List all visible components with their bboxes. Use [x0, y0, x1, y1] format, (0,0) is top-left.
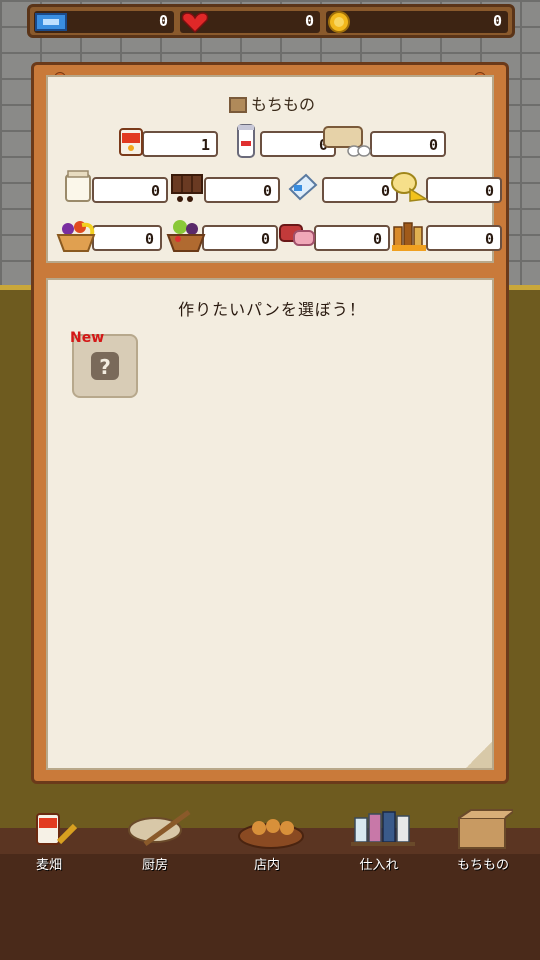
item-count: 0 [262, 182, 272, 200]
spices-icon [392, 222, 426, 251]
item-count: 0 [428, 136, 438, 154]
count-box: 0 [322, 177, 398, 203]
item-spices[interactable]: 0 [388, 217, 502, 253]
vegetable-basket-icon [166, 220, 206, 252]
nav-store[interactable]: 店内 [222, 808, 312, 873]
kitchen-icon [128, 809, 191, 847]
page-curl [466, 742, 492, 768]
count-box: 0 [202, 225, 278, 251]
nav-inventory-label: もちもの [456, 858, 509, 873]
box-icon [458, 809, 513, 849]
flour-bag-icon [119, 128, 143, 156]
new-badge: New [70, 330, 105, 346]
nav-stock[interactable]: 仕入れ [334, 808, 424, 873]
count-box: 0 [204, 177, 280, 203]
item-sugar[interactable]: 0 [62, 169, 168, 205]
coin-counter: 0 [326, 11, 508, 33]
nav-inventory[interactable]: もちもの [438, 808, 528, 873]
salt-icon [288, 173, 318, 201]
item-salt[interactable]: 0 [284, 169, 398, 205]
ticket-count: 0 [158, 12, 168, 30]
inventory-title: もちもの [48, 91, 496, 115]
nav-wheat-field[interactable]: 麦畑 [4, 808, 94, 873]
stock-shelf-icon [351, 811, 415, 846]
item-vegetables[interactable]: 0 [164, 217, 278, 253]
heart-counter: 0 [180, 11, 320, 33]
heart-count: 0 [304, 12, 314, 30]
count-box: 0 [370, 131, 446, 157]
count-box: 0 [426, 177, 502, 203]
nav-stock-label: 仕入れ [359, 858, 399, 873]
wheat-field-icon [36, 813, 78, 845]
coin-count: 0 [492, 12, 502, 30]
recipe-prompt: 作りたいパンを選ぼう！ [178, 300, 366, 319]
item-count: 0 [484, 182, 494, 200]
cheese-icon [391, 172, 429, 202]
status-bar: 0 0 0 [27, 4, 515, 38]
question-symbol: ? [99, 355, 111, 379]
item-chocolate[interactable]: 0 [166, 169, 280, 205]
fruit-basket-icon [56, 221, 96, 252]
question-icon: ? [91, 352, 119, 380]
recipe-card: 作りたいパンを選ぼう！ ? New [46, 278, 494, 770]
count-box: 0 [426, 225, 502, 251]
count-box: 0 [92, 225, 162, 251]
bread-tray-icon [238, 819, 304, 849]
eggs-icon [323, 126, 371, 157]
item-count: 0 [150, 182, 160, 200]
item-count: 0 [484, 230, 494, 248]
item-eggs[interactable]: 0 [320, 123, 446, 159]
item-count: 0 [372, 230, 382, 248]
meat-icon [279, 224, 315, 246]
item-meat[interactable]: 0 [276, 217, 390, 253]
chocolate-icon [171, 174, 203, 202]
count-box: 0 [314, 225, 390, 251]
nav-wheat-field-label: 麦畑 [35, 858, 62, 873]
nav-kitchen[interactable]: 厨房 [110, 808, 200, 873]
milk-bottle-icon [237, 124, 255, 158]
inventory-card: もちもの 1 0 0 0 0 0 0 0 0 0 [46, 75, 502, 263]
ticket-icon [35, 13, 67, 31]
nav-store-label: 店内 [253, 858, 280, 873]
item-cheese[interactable]: 0 [388, 169, 502, 205]
box-icon [228, 97, 247, 113]
inventory-title-text: もちもの [250, 95, 315, 114]
sugar-jar-icon [65, 170, 91, 202]
item-count: 1 [200, 136, 210, 154]
ticket-counter: 0 [34, 11, 174, 33]
heart-icon [181, 12, 209, 33]
item-count: 0 [260, 230, 270, 248]
item-count: 0 [144, 230, 154, 248]
coin-icon [328, 11, 350, 33]
item-flour[interactable]: 1 [112, 123, 224, 159]
item-fruit[interactable]: 0 [54, 217, 162, 253]
nav-kitchen-label: 厨房 [141, 858, 168, 873]
